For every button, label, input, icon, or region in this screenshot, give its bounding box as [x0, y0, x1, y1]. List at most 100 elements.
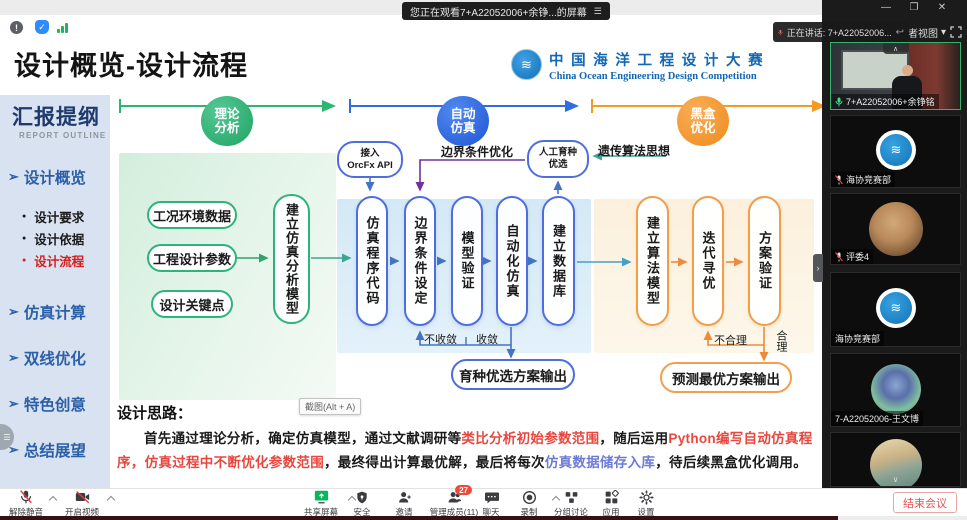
caret-down-icon: ▾	[941, 27, 946, 38]
pill-model-validation: 模型验证	[451, 196, 483, 326]
presenter-head	[902, 65, 913, 76]
outline-subitem-design-requirements: ● 设计要求	[22, 207, 84, 226]
participant-label: 7-A22052006-王文博	[831, 411, 923, 426]
security-shield-icon	[355, 489, 369, 505]
competition-name-en: China Ocean Engineering Design Competiti…	[549, 71, 765, 82]
scroll-more-caret[interactable]: ∨	[893, 475, 899, 484]
start-video-button[interactable]: 开启视频	[60, 489, 104, 518]
window-restore-button[interactable]: ❐	[906, 2, 922, 13]
share-screen-button[interactable]: 共享屏幕	[297, 489, 345, 518]
bullet-icon: ●	[22, 235, 26, 242]
outline-subitem-design-basis: ● 设计依据	[22, 229, 84, 248]
speaking-mic-icon	[778, 27, 783, 38]
video-tile-participant[interactable]: 7-A22052006-王文博	[830, 353, 961, 427]
bullet-icon: ●	[22, 213, 26, 220]
video-tile-participant[interactable]: ∨	[830, 432, 961, 487]
network-signal-icon[interactable]	[57, 22, 68, 33]
org-logo-icon: ≋	[880, 292, 912, 324]
pill-simulation-code: 仿真程序代码	[356, 196, 388, 326]
outline-subtitle: REPORT OUTLINE	[19, 131, 106, 140]
outline-item-dual-optimization: ➢ 双线优化	[8, 347, 86, 369]
gear-icon	[639, 489, 654, 505]
screen-bottom-edge	[0, 516, 838, 520]
competition-logo-icon: ≋	[511, 49, 542, 80]
report-outline-panel	[0, 95, 110, 488]
pill-iterative-search: 迭代寻优	[692, 196, 724, 326]
participant-label: 评委4	[831, 249, 873, 264]
pill-scheme-validation: 方案验证	[748, 196, 781, 326]
banner-menu-icon[interactable]: ☰	[594, 6, 602, 17]
share-screen-icon	[313, 489, 330, 505]
members-icon: 27	[446, 489, 462, 505]
outline-item-special-features: ➢ 特色创意	[8, 393, 86, 415]
mic-muted-icon	[835, 252, 843, 262]
reply-arrow-icon: ↩	[896, 27, 904, 38]
fullscreen-icon[interactable]	[950, 25, 962, 43]
watching-banner-text: 您正在观看7+A22052006+余铮...的屏幕	[410, 4, 587, 19]
breakout-squares-icon	[564, 489, 579, 505]
window-close-button[interactable]: ✕	[934, 2, 950, 13]
item-arrow-icon: ➢	[8, 169, 19, 185]
pill-build-simulation-model: 建立仿真分析模型	[273, 194, 310, 324]
video-panel-collapse-handle[interactable]: ›	[813, 254, 823, 282]
invite-button[interactable]: 邀请	[386, 489, 422, 518]
collapse-videos-caret[interactable]: ∧	[883, 43, 909, 54]
outline-item-summary: ➢ 总结展望	[8, 439, 86, 461]
security-button[interactable]: 安全	[344, 489, 380, 518]
pill-orcfx-api: 接入OrcFx API	[337, 141, 403, 178]
chat-button[interactable]: 聊天	[473, 489, 509, 518]
video-tile-presenter[interactable]: ∧ 7+A22052006+余铮铭	[830, 42, 961, 110]
notification-badge: 27	[455, 485, 472, 495]
design-idea-paragraph: 首先通过理论分析，确定仿真模型，通过文献调研等类比分析初始参数范围，随后运用Py…	[117, 427, 815, 474]
record-icon	[522, 489, 537, 505]
stage-theory-analysis: 理论分析	[201, 96, 253, 146]
avatar: ≋	[876, 130, 916, 170]
apps-button[interactable]: 应用	[593, 489, 629, 518]
design-idea-title: 设计思路：	[117, 402, 192, 423]
label-converge: 收敛	[476, 331, 498, 347]
end-meeting-button[interactable]: 结束会议	[893, 492, 957, 513]
window-minimize-button[interactable]: —	[878, 2, 894, 13]
bullet-icon: ●	[22, 257, 26, 264]
pill-auto-simulation: 自动化仿真	[496, 196, 528, 326]
competition-logo: ≋ 中 国 海 洋 工 程 设 计 大 赛 China Ocean Engine…	[511, 49, 765, 82]
microphone-muted-icon	[18, 489, 34, 505]
pill-environment-data: 工况环境数据	[147, 201, 237, 229]
participant-label: 7+A22052006+余铮铭	[831, 94, 939, 109]
invite-person-icon	[397, 489, 412, 505]
meeting-window: 您正在观看7+A22052006+余铮...的屏幕 ☰ ! ✓ 设计概览-设计流…	[0, 0, 967, 520]
participant-label: 海协竞赛部	[831, 172, 895, 187]
label-boundary-optimization: 边界条件优化	[441, 143, 513, 160]
unmute-button[interactable]: 解除静音	[4, 489, 48, 518]
pill-predict-output: 预测最优方案输出	[660, 362, 792, 393]
slide-title: 设计概览-设计流程	[14, 44, 248, 83]
speaking-toast-text: 正在讲话: 7+A22052006...	[787, 26, 892, 39]
screenshot-hotkey-tooltip: 截图(Alt + A)	[299, 398, 361, 415]
meeting-security-icon[interactable]: ✓	[35, 20, 49, 34]
outline-title: 汇报提纲	[12, 101, 100, 131]
video-tile-participant[interactable]: ≋ 海协竞赛部	[830, 115, 961, 188]
watching-banner: 您正在观看7+A22052006+余铮...的屏幕 ☰	[402, 2, 610, 20]
breakout-rooms-button[interactable]: 分组讨论	[546, 489, 596, 518]
pill-design-parameters: 工程设计参数	[147, 244, 237, 272]
chat-bubble-icon	[484, 489, 499, 505]
cartoon-avatar	[871, 364, 921, 414]
stage-blackbox-optimization: 黑盒优化	[677, 96, 729, 146]
meeting-info-icon[interactable]: !	[10, 21, 23, 34]
label-not-converge: 不收敛	[424, 331, 457, 347]
video-tile-participant[interactable]: ≋ 海协竞赛部	[830, 272, 961, 347]
record-button[interactable]: 录制	[509, 489, 549, 518]
pill-breeding-output: 育种优选方案输出	[451, 359, 575, 390]
planet-avatar	[869, 202, 923, 256]
settings-button[interactable]: 设置	[628, 489, 664, 518]
participant-label: 海协竞赛部	[831, 331, 884, 346]
apps-grid-icon	[604, 489, 619, 505]
outline-item-simulation: ➢ 仿真计算	[8, 301, 86, 323]
org-logo-icon: ≋	[880, 134, 912, 166]
video-tile-judge[interactable]: 评委4	[830, 193, 961, 265]
mic-muted-icon	[835, 175, 843, 185]
speaking-toast: 正在讲话: 7+A22052006... ↩	[773, 22, 909, 42]
outline-subitem-design-process: ● 设计流程	[22, 251, 84, 270]
view-mode-button[interactable]: 者视图 ▾	[908, 25, 946, 40]
pill-build-algorithm-model: 建立算法模型	[636, 196, 669, 326]
